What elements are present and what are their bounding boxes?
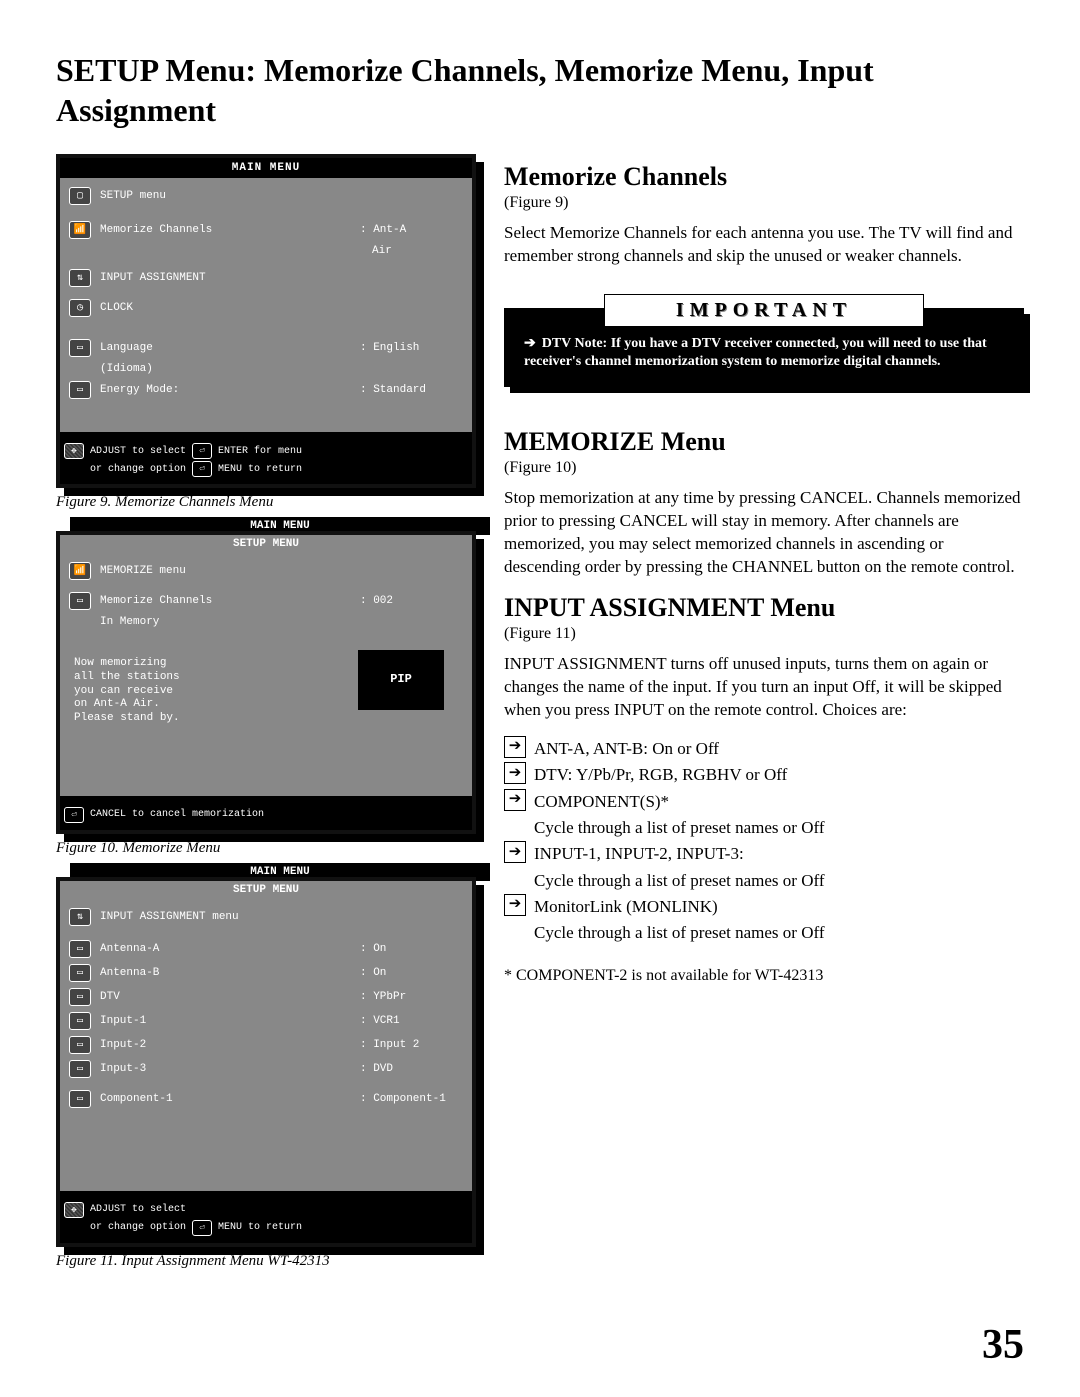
left-column: MAIN MENU ▢SETUP menu 📶Memorize Channels…	[56, 154, 476, 1288]
clock-icon: ◷	[69, 299, 91, 317]
figure11: MAIN MENU SETUP MENU ⇅INPUT ASSIGNMENT m…	[56, 877, 476, 1247]
heading-memorize-menu: MEMORIZE Menu	[504, 427, 1024, 457]
dpad-icon: ✥	[64, 443, 84, 459]
square-icon: ▭	[69, 1090, 91, 1108]
square-icon: ▭	[69, 1012, 91, 1030]
figure11-caption: Figure 11. Input Assignment Menu WT-4231…	[56, 1253, 476, 1270]
arrow-box-icon: ➔	[504, 841, 526, 863]
figure11-header: SETUP MENU	[60, 881, 472, 899]
important-heading: IMPORTANT	[604, 294, 924, 327]
figure10-caption: Figure 10. Memorize Menu	[56, 840, 476, 857]
square-icon: ▭	[69, 988, 91, 1006]
figure9-caption: Figure 9. Memorize Channels Menu	[56, 494, 476, 511]
tv-icon: ▢	[69, 187, 91, 205]
updown-icon: ⇅	[69, 269, 91, 287]
footnote: * COMPONENT-2 is not available for WT-42…	[504, 967, 1024, 985]
arrow-box-icon: ➔	[504, 894, 526, 916]
figure10-header: SETUP MENU	[60, 535, 472, 553]
square-icon: ▭	[69, 1036, 91, 1054]
square-icon: ▭	[69, 592, 91, 610]
f9-row1-label: Memorize Channels	[94, 224, 352, 236]
arrow-icon	[524, 335, 536, 353]
choices-list: ➔ANT-A, ANT-B: On or Off ➔DTV: Y/Pb/Pr, …	[504, 736, 1024, 947]
square-icon: ▭	[69, 1060, 91, 1078]
updown-icon: ⇅	[69, 908, 91, 926]
figure10: MAIN MENU SETUP MENU 📶MEMORIZE menu ▭Mem…	[56, 531, 476, 834]
antenna-icon: 📶	[69, 221, 91, 239]
para-memorize-channels: Select Memorize Channels for each antenn…	[504, 222, 1024, 268]
para-memorize-menu: Stop memorization at any time by pressin…	[504, 487, 1024, 579]
figref-11: (Figure 11)	[504, 625, 1024, 643]
menu-icon: ⏎	[192, 461, 212, 477]
arrow-box-icon: ➔	[504, 789, 526, 811]
figure9: MAIN MENU ▢SETUP menu 📶Memorize Channels…	[56, 154, 476, 488]
arrow-box-icon: ➔	[504, 736, 526, 758]
square-icon: ▭	[69, 940, 91, 958]
right-column: Memorize Channels (Figure 9) Select Memo…	[504, 154, 1024, 1288]
pip-box: PIP	[358, 650, 444, 710]
page-number: 35	[982, 1321, 1024, 1369]
dpad-icon: ✥	[64, 1202, 84, 1218]
figure9-header: MAIN MENU	[60, 158, 472, 178]
antenna-icon: 📶	[69, 562, 91, 580]
page-title: SETUP Menu: Memorize Channels, Memorize …	[56, 50, 1024, 130]
figref-10: (Figure 10)	[504, 459, 1024, 477]
para-input-assignment: INPUT ASSIGNMENT turns off unused inputs…	[504, 653, 1024, 722]
arrow-box-icon: ➔	[504, 762, 526, 784]
menu-icon: ⏎	[192, 1220, 212, 1236]
figref-9: (Figure 9)	[504, 194, 1024, 212]
cancel-icon: ⏎	[64, 807, 84, 823]
enter-icon: ⏎	[192, 443, 212, 459]
heading-input-assignment: INPUT ASSIGNMENT Menu	[504, 593, 1024, 623]
square-icon: ▭	[69, 339, 91, 357]
heading-memorize-channels: Memorize Channels	[504, 162, 1024, 192]
square-icon: ▭	[69, 381, 91, 399]
important-box: IMPORTANT DTV Note: If you have a DTV re…	[504, 308, 1024, 387]
square-icon: ▭	[69, 964, 91, 982]
f9-row0-label: SETUP menu	[94, 190, 352, 202]
